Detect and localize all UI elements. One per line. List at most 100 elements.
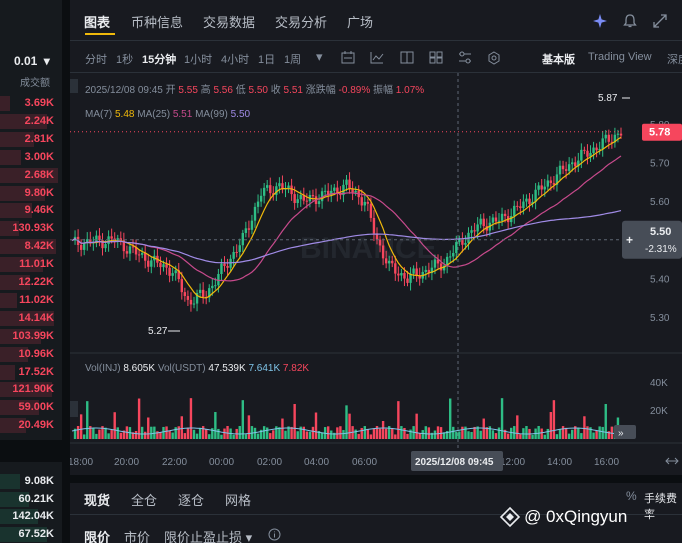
volume-bar [394, 434, 397, 439]
tab-4[interactable]: 交易分析 [275, 12, 327, 31]
interval-option[interactable]: 15分钟 [142, 51, 176, 67]
bid-row-amount[interactable]: 142.04K [12, 510, 54, 522]
ask-row-amount[interactable]: 3.69K [25, 97, 54, 109]
volume-bar [293, 404, 296, 439]
ask-row-amount[interactable]: 59.00K [19, 401, 54, 413]
volume-bar [168, 430, 171, 439]
ask-row-amount[interactable]: 121.90K [12, 383, 54, 395]
volume-bar [104, 427, 107, 439]
crosshair-change: -2.31% [645, 244, 677, 255]
volume-bar [119, 432, 122, 439]
volume-bar [366, 429, 370, 439]
view-option[interactable]: 深度 [667, 51, 682, 67]
view-option[interactable]: 基本版 [542, 51, 575, 67]
ask-row-amount[interactable]: 3.00K [25, 151, 54, 163]
candle-body [397, 273, 400, 276]
precision-value[interactable]: 0.01 [14, 54, 37, 68]
tab-1[interactable]: 图表 [84, 12, 110, 31]
trade-tab[interactable]: 网格 [225, 490, 251, 509]
volume-bar [110, 430, 113, 439]
candle-body [607, 134, 610, 142]
fee-rate-label[interactable]: 手续费率 [644, 490, 682, 522]
candle-body [79, 244, 83, 250]
expand-icon[interactable] [652, 13, 668, 29]
bid-row-amount[interactable]: 60.21K [19, 493, 54, 505]
ask-row-amount[interactable]: 10.96K [19, 348, 54, 360]
ask-row-amount[interactable]: 130.93K [12, 222, 54, 234]
volume-bar [107, 433, 110, 439]
ask-row-amount[interactable]: 2.24K [25, 115, 54, 127]
volume-bar [427, 427, 431, 439]
volume-bar [76, 426, 80, 439]
order-type-option[interactable]: 市价 [124, 527, 150, 543]
volume-bar [336, 427, 339, 439]
sparkle-icon[interactable] [592, 13, 610, 29]
volume-bar [290, 426, 293, 439]
candle-body [564, 169, 568, 171]
candle-body [439, 263, 443, 271]
chevron-down-icon[interactable]: ▾ [44, 54, 50, 68]
chart-line-icon[interactable] [370, 51, 384, 64]
trade-tab[interactable]: 全仓 [131, 490, 157, 509]
candle-body [394, 263, 397, 274]
precision-select[interactable]: 0.01 ▾ [14, 54, 50, 68]
candle-body [140, 252, 144, 255]
watermark-overlay: @ 0xQingyun [499, 506, 627, 528]
interval-option[interactable]: 1日 [258, 51, 275, 67]
sliders-icon[interactable] [458, 51, 472, 64]
info-icon[interactable] [268, 528, 281, 541]
percent-icon[interactable]: % [626, 489, 637, 503]
candle-body [348, 179, 351, 189]
ask-row-amount[interactable]: 14.14K [19, 312, 54, 324]
interval-option[interactable]: 1周 [284, 51, 301, 67]
layout-icon[interactable] [400, 51, 414, 64]
view-option[interactable]: Trading View [588, 51, 652, 63]
plus-icon[interactable]: + [626, 233, 633, 247]
horizontal-resize-icon[interactable] [665, 457, 679, 465]
tab-2[interactable]: 币种信息 [131, 12, 183, 31]
double-chevron-right-icon[interactable]: » [618, 428, 624, 439]
volume-bar [116, 427, 119, 439]
ask-row-amount[interactable]: 17.52K [19, 366, 54, 378]
ask-row-amount[interactable]: 2.68K [25, 169, 54, 181]
ask-row-amount[interactable]: 9.80K [25, 187, 54, 199]
collapse-handle[interactable] [70, 79, 78, 93]
volume-bar [473, 426, 476, 439]
ask-row-amount[interactable]: 12.22K [19, 276, 54, 288]
interval-option[interactable]: 4小时 [221, 51, 249, 67]
candle-body [345, 179, 348, 185]
bid-row-amount[interactable]: 9.08K [25, 475, 54, 487]
ask-row-amount[interactable]: 2.81K [25, 133, 54, 145]
volume-bar [86, 401, 89, 439]
ask-row-amount[interactable]: 11.01K [19, 258, 54, 270]
chevron-down-icon[interactable]: ▾ [316, 50, 323, 63]
ask-row-amount[interactable]: 11.02K [19, 294, 54, 306]
ask-row-amount[interactable]: 20.49K [19, 419, 54, 431]
settings-icon[interactable] [487, 51, 501, 65]
volume-bar [604, 404, 607, 439]
trade-tab[interactable]: 现货 [84, 490, 110, 509]
order-type-option[interactable]: 限价止盈止损 ▾ [164, 527, 252, 543]
ask-row-amount[interactable]: 103.99K [12, 330, 54, 342]
indicator-icon[interactable] [341, 51, 355, 64]
ask-row-amount[interactable]: 9.46K [25, 204, 54, 216]
bell-icon[interactable] [622, 13, 638, 29]
interval-option[interactable]: 1秒 [116, 51, 133, 67]
candle-body [525, 198, 528, 202]
kline-chart[interactable]: BINANCE2025/12/08 09:45 开 5.55 高 5.56 低 … [70, 73, 682, 475]
interval-option[interactable]: 分时 [85, 51, 107, 67]
interval-option[interactable]: 1小时 [184, 51, 212, 67]
trade-tab[interactable]: 逐仓 [178, 490, 204, 509]
volume-bar [601, 426, 604, 439]
tab-3[interactable]: 交易数据 [203, 12, 255, 31]
collapse-handle[interactable] [70, 401, 78, 417]
tab-5[interactable]: 广场 [347, 12, 373, 31]
ask-row-amount[interactable]: 8.42K [25, 240, 54, 252]
volume-bar [506, 433, 510, 439]
bid-row-amount[interactable]: 67.52K [19, 528, 54, 540]
order-type-option[interactable]: 限价 [84, 527, 110, 543]
grid-icon[interactable] [429, 51, 443, 64]
volume-bar [391, 428, 394, 439]
time-axis-label: 00:00 [209, 457, 234, 468]
volume-bar [256, 433, 260, 439]
